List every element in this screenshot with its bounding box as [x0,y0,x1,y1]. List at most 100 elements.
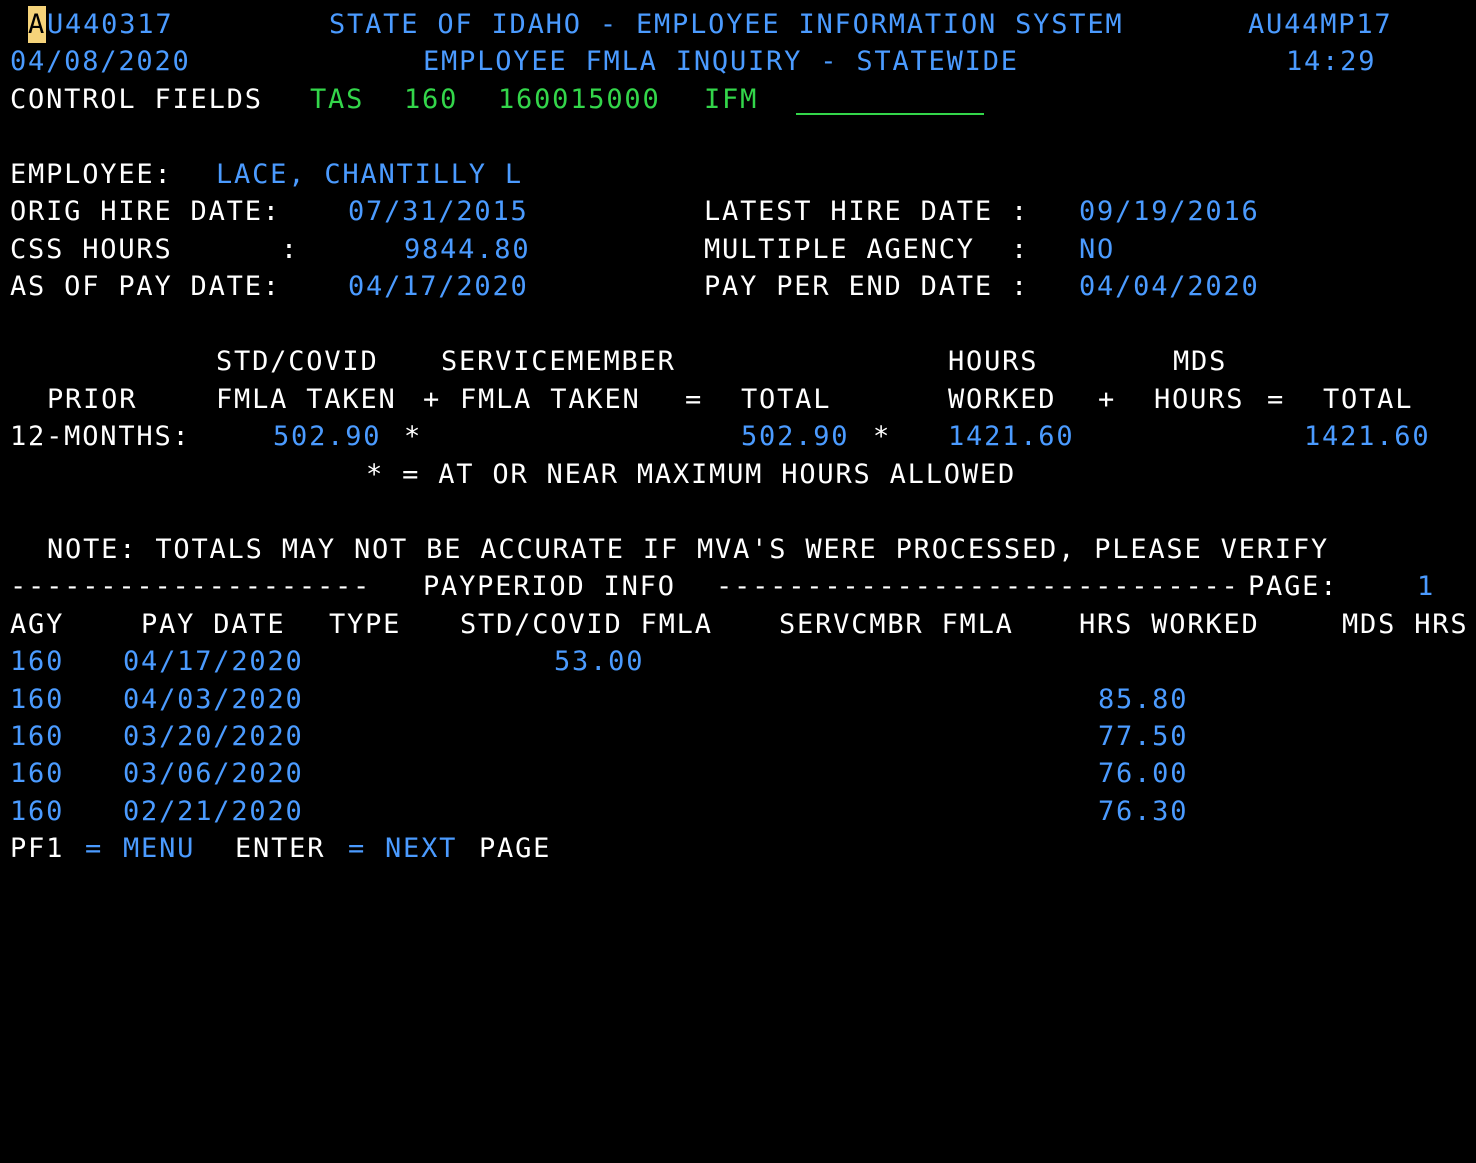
row-agy: 160 [10,796,65,827]
as-of-pay-date: 04/17/2020 [348,271,529,302]
header-row-1: A U440317 STATE OF IDAHO - EMPLOYEE INFO… [10,6,1476,43]
css-hours-label: CSS HOURS : [10,234,299,265]
column-header-type: TYPE [329,609,402,640]
latest-hire-date: 09/19/2016 [1079,196,1260,227]
hours-header: HOURS [948,346,1039,377]
enter-next-action[interactable]: NEXT [385,830,457,867]
row-agy: 160 [10,646,65,677]
control-field-system[interactable]: TAS [310,81,364,118]
table-row: 160 04/03/2020 85.80 [10,681,1476,718]
multiple-agency-value: NO [1079,234,1116,265]
equals-sign-2: = [1267,384,1286,415]
table-row: 160 02/21/2020 76.30 [10,793,1476,830]
row-pay-date: 02/21/2020 [123,796,304,827]
current-date: 04/08/2020 [10,46,191,77]
control-fields-label: CONTROL FIELDS [10,84,263,115]
function-key-bar: PF1 = MENU ENTER = NEXT PAGE [10,830,1476,867]
enter-equals: = [348,833,367,864]
twelve-months-label: 12-MONTHS: [10,421,191,452]
divider-right: ----------------------------- [716,571,1240,602]
row-pay-date: 03/20/2020 [123,721,304,752]
row-agy: 160 [10,684,65,715]
control-input-underline[interactable] [796,113,984,115]
payperiod-column-headers: AGY PAY DATE TYPE STD/COVID FMLA SERVCMB… [10,606,1476,643]
header-row-2: 04/08/2020 EMPLOYEE FMLA INQUIRY - STATE… [10,43,1476,80]
servicemember-fmla-taken-header: FMLA TAKEN [460,384,641,415]
mds-hours-header: HOURS [1154,384,1245,415]
worked-header: WORKED [948,384,1057,415]
pay-dates-row: AS OF PAY DATE: 04/17/2020 PAY PER END D… [10,268,1476,305]
screen-id: U440317 [47,9,174,40]
equals-sign-1: = [685,384,704,415]
cursor[interactable]: A [28,6,47,43]
summary-header-1: STD/COVID SERVICEMEMBER HOURS MDS [10,343,1476,380]
page-number: 1 [1417,571,1436,602]
as-of-pay-label: AS OF PAY DATE: [10,271,281,302]
fmla-total-max-flag: * [873,421,892,452]
table-row: 160 04/17/2020 53.00 [10,643,1476,680]
accuracy-note: NOTE: TOTALS MAY NOT BE ACCURATE IF MVA'… [47,534,1329,565]
pay-per-end-label: PAY PER END DATE : [704,271,1029,302]
column-header-std-covid-fmla: STD/COVID FMLA [460,609,713,640]
prior-label: PRIOR [47,384,138,415]
summary-header-2: PRIOR FMLA TAKEN + FMLA TAKEN = TOTAL WO… [10,381,1476,418]
std-fmla-taken-value: 502.90 [273,421,382,452]
std-fmla-max-flag: * [404,421,423,452]
control-field-employee-id[interactable]: 160015000 [498,81,661,118]
row-hrs-worked: 85.80 [1098,684,1189,715]
multiple-agency-label: MULTIPLE AGENCY : [704,234,1029,265]
column-header-mds-hrs: MDS HRS [1342,609,1469,640]
current-time: 14:29 [1286,46,1377,77]
control-fields-row: CONTROL FIELDS TAS 160 160015000 IFM [10,81,1476,118]
mds-header: MDS [1173,346,1228,377]
pay-per-end-date: 04/04/2020 [1079,271,1260,302]
orig-hire-label: ORIG HIRE DATE: [10,196,281,227]
pf1-menu-action[interactable]: MENU [123,830,195,867]
page-label: PAGE: [1248,571,1339,602]
program-id: AU44MP17 [1248,9,1393,40]
column-header-pay-date: PAY DATE [141,609,286,640]
latest-hire-label: LATEST HIRE DATE : [704,196,1029,227]
legend-row: * = AT OR NEAR MAXIMUM HOURS ALLOWED [10,456,1476,493]
plus-sign-2: + [1098,384,1117,415]
table-row: 160 03/06/2020 76.00 [10,755,1476,792]
divider-left: -------------------- [10,571,372,602]
row-hrs-worked: 76.30 [1098,796,1189,827]
orig-hire-date: 07/31/2015 [348,196,529,227]
column-header-hrs-worked: HRS WORKED [1079,609,1260,640]
system-title: STATE OF IDAHO - EMPLOYEE INFORMATION SY… [329,9,1124,40]
control-field-function[interactable]: IFM [704,81,758,118]
hours-worked-value: 1421.60 [948,421,1075,452]
max-hours-legend: * = AT OR NEAR MAXIMUM HOURS ALLOWED [366,459,1016,490]
css-hours-value: 9844.80 [404,234,531,265]
hours-total-value: 1421.60 [1304,421,1431,452]
hire-dates-row: ORIG HIRE DATE: 07/31/2015 LATEST HIRE D… [10,193,1476,230]
column-header-agy: AGY [10,609,65,640]
employee-row: EMPLOYEE: LACE, CHANTILLY L [10,156,1476,193]
table-row: 160 03/20/2020 77.50 [10,718,1476,755]
enter-page-label: PAGE [479,833,552,864]
summary-values-row: 12-MONTHS: 502.90 * 502.90 * 1421.60 142… [10,418,1476,455]
payperiod-divider-row: -------------------- PAYPERIOD INFO ----… [10,568,1476,605]
row-pay-date: 04/17/2020 [123,646,304,677]
row-pay-date: 03/06/2020 [123,758,304,789]
row-agy: 160 [10,721,65,752]
pf1-key[interactable]: PF1 [10,830,64,867]
terminal-screen: A U440317 STATE OF IDAHO - EMPLOYEE INFO… [10,6,1476,867]
row-agy: 160 [10,758,65,789]
note-row: NOTE: TOTALS MAY NOT BE ACCURATE IF MVA'… [10,531,1476,568]
payperiod-title: PAYPERIOD INFO [423,571,676,602]
screen-subtitle: EMPLOYEE FMLA INQUIRY - STATEWIDE [423,46,1019,77]
std-covid-header: STD/COVID [216,346,379,377]
column-header-servcmbr-fmla: SERVCMBR FMLA [779,609,1014,640]
row-hrs-worked: 76.00 [1098,758,1189,789]
hours-total-header: TOTAL [1323,384,1414,415]
pf1-equals: = [85,833,104,864]
enter-key[interactable]: ENTER [235,830,325,867]
employee-label: EMPLOYEE: [10,159,173,190]
employee-name: LACE, CHANTILLY L [216,159,523,190]
servicemember-header: SERVICEMEMBER [441,346,676,377]
fmla-taken-header: FMLA TAKEN [216,384,397,415]
fmla-total-header: TOTAL [741,384,832,415]
control-field-agency[interactable]: 160 [404,81,458,118]
